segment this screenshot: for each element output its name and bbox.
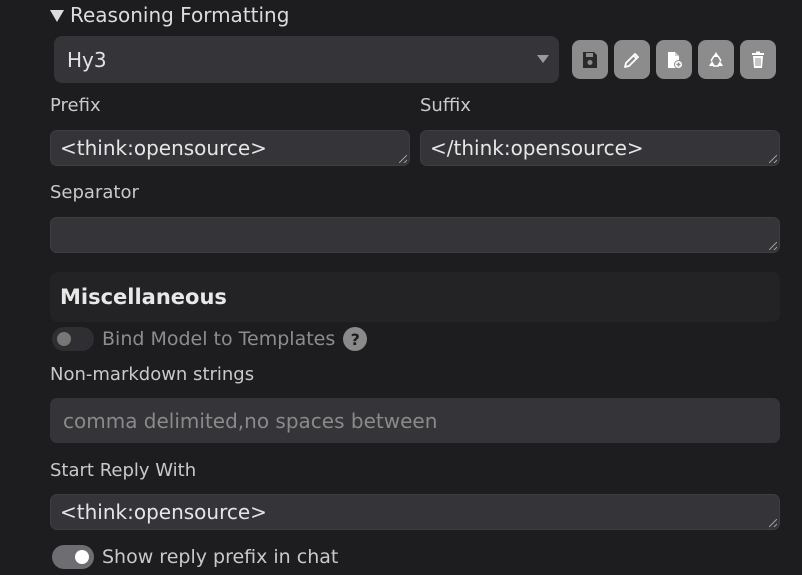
delete-preset-button[interactable] (740, 40, 776, 79)
separator-label: Separator (50, 182, 139, 203)
section-title: Reasoning Formatting (70, 3, 290, 27)
toggle-knob (75, 550, 89, 564)
miscellaneous-header: Miscellaneous (50, 272, 780, 322)
bind-model-label: Bind Model to Templates (102, 328, 336, 350)
bind-model-row: Bind Model to Templates ? (52, 327, 368, 351)
save-icon (583, 51, 597, 68)
rename-preset-button[interactable] (614, 40, 650, 79)
suffix-value: </think:opensource> (430, 136, 644, 160)
resize-grip-icon[interactable] (769, 242, 777, 250)
preset-select[interactable]: Hy3 (54, 36, 559, 83)
preset-selected-value: Hy3 (67, 47, 107, 72)
new-file-icon (668, 51, 683, 69)
edit-icon (624, 52, 639, 68)
preset-actions (572, 40, 776, 79)
prefix-label: Prefix (50, 95, 101, 116)
show-prefix-row: Show reply prefix in chat (52, 545, 338, 569)
start-reply-input[interactable]: <think:opensource> (50, 494, 780, 530)
resize-grip-icon[interactable] (399, 155, 407, 163)
show-prefix-label: Show reply prefix in chat (102, 546, 339, 568)
recycle-icon (709, 51, 723, 67)
expand-triangle-icon (50, 10, 64, 22)
restore-preset-button[interactable] (698, 40, 734, 79)
trash-icon (752, 51, 764, 68)
resize-grip-icon[interactable] (769, 519, 777, 527)
reasoning-formatting-panel: Reasoning Formatting Hy3 Prefix Suffix <… (0, 0, 802, 575)
save-preset-button[interactable] (572, 40, 608, 79)
non-markdown-label: Non-markdown strings (50, 364, 255, 385)
prefix-value: <think:opensource> (60, 136, 267, 160)
show-prefix-toggle[interactable] (52, 545, 94, 569)
separator-input[interactable] (50, 217, 780, 253)
help-icon[interactable]: ? (343, 327, 368, 351)
bind-model-toggle[interactable] (52, 327, 94, 351)
toggle-knob (57, 332, 71, 346)
suffix-label: Suffix (420, 95, 471, 116)
non-markdown-placeholder: comma delimited,no spaces between (63, 408, 438, 433)
resize-grip-icon[interactable] (769, 155, 777, 163)
start-reply-value: <think:opensource> (60, 500, 267, 524)
new-preset-button[interactable] (656, 40, 692, 79)
suffix-input[interactable]: </think:opensource> (420, 130, 780, 166)
miscellaneous-title: Miscellaneous (60, 285, 227, 309)
start-reply-label: Start Reply With (50, 460, 197, 481)
non-markdown-input[interactable]: comma delimited,no spaces between (50, 398, 780, 443)
caret-down-icon (537, 55, 549, 63)
prefix-input[interactable]: <think:opensource> (50, 130, 410, 166)
reasoning-formatting-header[interactable]: Reasoning Formatting (50, 3, 289, 27)
